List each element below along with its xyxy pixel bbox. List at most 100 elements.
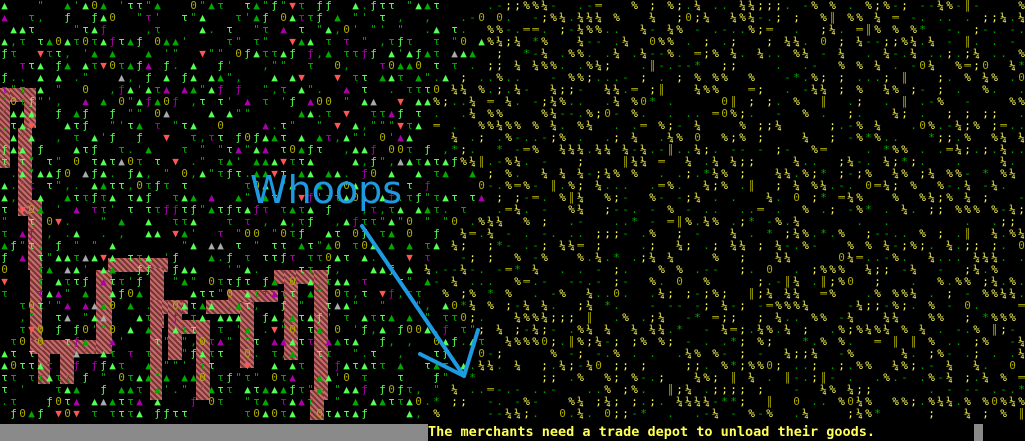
sapling-icon: τ	[172, 408, 179, 420]
shrub-icon: '	[46, 300, 53, 312]
boulder-icon: 0	[559, 408, 566, 420]
stockpile-icon: ;	[838, 36, 845, 48]
stockpile-icon: ;	[937, 228, 944, 240]
stockpile-icon: ;	[802, 324, 809, 336]
stockpile-icon: ;	[541, 324, 548, 336]
boulder-icon: 0	[406, 216, 413, 228]
tile-map[interactable]: ▲ " ▲ ' ▲ 0 ▲ ' τ τ " ▲ 0 " ▲ τ τ ▲ " ƒ " ▼ τ ƒ ƒ ▲. ƒ τ τ " ▲ ▲ τ. -;;%%…	[0, 0, 1025, 424]
shrub-icon: ,	[190, 96, 197, 108]
shrub-icon: .	[73, 180, 80, 192]
stockpile-icon: %	[793, 48, 800, 60]
merchant-icon: ▼	[343, 108, 350, 120]
shrub-icon: .	[712, 192, 719, 204]
shrub-icon: "	[19, 240, 26, 252]
shrub-icon: "	[181, 240, 188, 252]
shrub-icon: -	[712, 396, 719, 408]
shrub-icon: -	[703, 408, 710, 420]
tree-icon: ▲	[145, 144, 152, 156]
stockpile-icon: %	[631, 372, 638, 384]
sapling-icon: τ	[370, 360, 377, 372]
stockpile-icon: %	[973, 204, 980, 216]
sapling-icon: τ	[343, 312, 350, 324]
tree-icon: ▲	[406, 312, 413, 324]
sapling-icon: τ	[316, 348, 323, 360]
shrub-icon: "	[235, 372, 242, 384]
shrub-icon: *	[487, 288, 494, 300]
boulder-icon: 0	[604, 408, 611, 420]
stockpile-icon: ¼	[1009, 60, 1016, 72]
stockpile-icon: ¼	[892, 312, 899, 324]
tree-icon: ▲	[235, 192, 242, 204]
shrub-icon: .	[847, 180, 854, 192]
stockpile-icon: ¼	[748, 12, 755, 24]
stockpile-icon: %	[865, 408, 872, 420]
boulder-icon: 0	[721, 108, 728, 120]
shrub-icon: -	[946, 36, 953, 48]
sapling-icon: τ	[244, 0, 251, 12]
stockpile-icon: ;	[613, 228, 620, 240]
sapling-icon: τ	[217, 228, 224, 240]
stockpile-icon: %	[865, 396, 872, 408]
shrub-icon: "	[469, 324, 476, 336]
tree-icon: ▲	[136, 168, 143, 180]
shrub-icon: "	[334, 396, 341, 408]
boulder-icon: 0	[208, 276, 215, 288]
tree-icon: ▲	[172, 324, 179, 336]
sapling-icon: τ	[46, 48, 53, 60]
stockpile-icon: ║	[766, 396, 773, 408]
shrub-icon: ,	[55, 132, 62, 144]
shrub-icon: .	[883, 132, 890, 144]
stockpile-icon: %	[505, 180, 512, 192]
stockpile-icon: %	[496, 108, 503, 120]
tree-icon: ▲	[91, 180, 98, 192]
stockpile-icon: ;	[460, 240, 467, 252]
shrub-icon: -	[685, 60, 692, 72]
shrub-icon: .	[910, 120, 917, 132]
stockpile-icon: ═	[523, 144, 530, 156]
tree-icon: ▲	[100, 12, 107, 24]
shrub-icon: .	[910, 204, 917, 216]
shrub-icon: .	[478, 72, 485, 84]
shrub-icon: ,	[424, 300, 431, 312]
stockpile-icon: ¼	[595, 336, 602, 348]
stockpile-icon: ║	[568, 336, 575, 348]
shrub-icon: -	[532, 240, 539, 252]
stockpile-icon: %	[982, 396, 989, 408]
stockpile-icon: ║	[568, 192, 575, 204]
stockpile-icon: ;	[496, 348, 503, 360]
shrub-icon: .	[595, 288, 602, 300]
stockpile-icon: ¼	[451, 276, 458, 288]
shrub-icon: ƒ	[235, 132, 242, 144]
stockpile-icon: ═	[523, 24, 530, 36]
stockpile-icon: ¼	[730, 156, 737, 168]
stockpile-icon: ═	[766, 300, 773, 312]
stockpile-icon: ¼	[784, 348, 791, 360]
merchant-icon: ▼	[100, 60, 107, 72]
stockpile-icon: ═	[667, 216, 674, 228]
shrub-icon: -	[892, 48, 899, 60]
shrub-icon: .	[460, 24, 467, 36]
stockpile-icon: %	[469, 288, 476, 300]
shrub-icon: "	[145, 0, 152, 12]
stockpile-icon: %	[559, 288, 566, 300]
stockpile-icon: ¼	[937, 0, 944, 12]
shrub-icon: -	[541, 276, 548, 288]
sapling-icon: τ	[154, 120, 161, 132]
shrub-icon: .	[496, 132, 503, 144]
stockpile-icon: %	[865, 240, 872, 252]
shrub-icon: .	[532, 276, 539, 288]
shrub-icon: "	[370, 24, 377, 36]
stockpile-icon: ;	[685, 192, 692, 204]
sapling-icon: τ	[343, 408, 350, 420]
game-viewport[interactable]: ▲ " ▲ ' ▲ 0 ▲ ' τ τ " ▲ 0 " ▲ τ τ ▲ " ƒ " ▼ τ ƒ ƒ ▲. ƒ τ τ " ▲ ▲ τ. -;;%%…	[0, 0, 1025, 441]
stockpile-icon: ;	[577, 180, 584, 192]
stockpile-icon: ¼	[712, 156, 719, 168]
shrub-icon: ƒ	[46, 396, 53, 408]
shrub-icon: .	[613, 24, 620, 36]
tree-icon: ▲	[307, 108, 314, 120]
shrub-icon: ƒ	[361, 408, 368, 420]
stockpile-icon: ;	[982, 108, 989, 120]
stockpile-icon: ;	[838, 72, 845, 84]
shrub-icon: .	[775, 324, 782, 336]
stockpile-icon: ¼	[523, 300, 530, 312]
